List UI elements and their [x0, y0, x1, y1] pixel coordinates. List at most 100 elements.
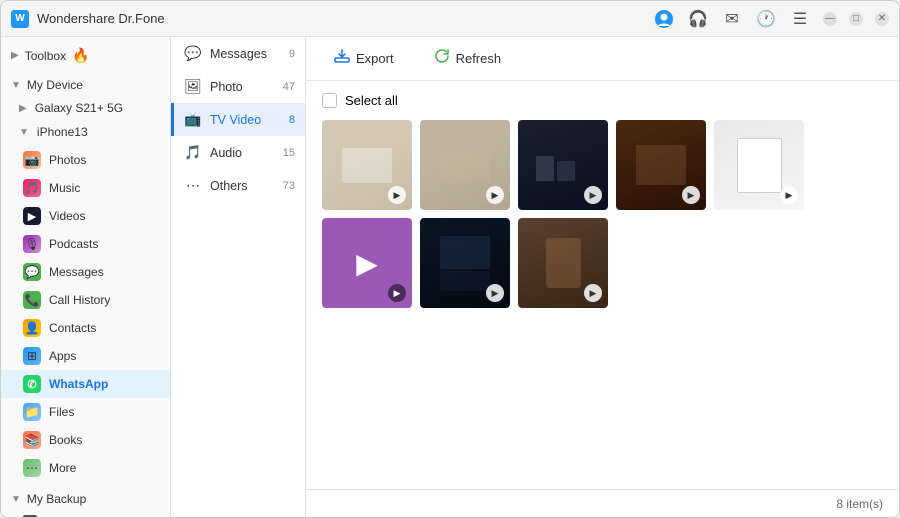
video-grid: ▶ ▶ — [322, 120, 883, 308]
iphone13-header[interactable]: ▼ iPhone13 — [1, 120, 170, 144]
sub-item-messages[interactable]: 💬 Messages 9 — [171, 37, 305, 70]
messages-sub-label: Messages — [210, 47, 267, 61]
refresh-button[interactable]: Refresh — [422, 42, 514, 75]
toolbox-label: Toolbox — [25, 49, 66, 63]
tv-video-sub-count: 8 — [289, 114, 295, 126]
thumb-3-content — [536, 145, 591, 185]
export-label: Export — [356, 51, 394, 66]
video-placeholder[interactable]: ▶ ▶ — [322, 218, 412, 308]
app-logo: W — [11, 10, 29, 28]
sidebar-item-more[interactable]: ⋯ More — [1, 454, 170, 482]
sidebar-item-photos[interactable]: 📷 Photos — [1, 146, 170, 174]
toolbox-header[interactable]: ▶ Toolbox 🔥 — [1, 41, 170, 68]
sidebar-item-podcasts[interactable]: 🎙 Podcasts — [1, 230, 170, 258]
main-layout: ▶ Toolbox 🔥 ▼ My Device ▶ Galaxy S21+ 5G — [1, 37, 899, 517]
sub-item-others[interactable]: ⋯ Others 73 — [171, 169, 305, 202]
play-4-icon: ▶ — [682, 186, 700, 204]
maximize-button[interactable]: □ — [849, 12, 863, 26]
items-count: 8 item(s) — [836, 497, 883, 511]
thumb-5-content — [737, 138, 782, 193]
contacts-icon: 👤 — [23, 319, 41, 337]
iphone13-chevron: ▼ — [19, 127, 29, 138]
menu-icon[interactable]: ☰ — [789, 8, 811, 30]
more-icon: ⋯ — [23, 459, 41, 477]
sidebar-item-whatsapp[interactable]: ✆ WhatsApp — [1, 370, 170, 398]
photo-sub-label: Photo — [210, 80, 243, 94]
profile-icon[interactable] — [653, 8, 675, 30]
mail-icon[interactable]: ✉ — [721, 8, 743, 30]
play-1-icon: ▶ — [388, 186, 406, 204]
video-thumb-3[interactable]: ▶ — [518, 120, 608, 210]
video-thumb-5[interactable]: ▶ — [714, 120, 804, 210]
select-all-checkbox[interactable] — [322, 93, 337, 108]
main-content: Export Refresh Select all — [306, 37, 899, 517]
whatsapp-icon: ✆ — [23, 375, 41, 393]
content-area: Select all ▶ — [306, 81, 899, 489]
galaxy-item[interactable]: ▶ Galaxy S21+ 5G — [1, 96, 170, 120]
more-label: More — [49, 461, 76, 475]
app-title: Wondershare Dr.Fone — [37, 11, 165, 26]
my-device-section: ▼ My Device ▶ Galaxy S21+ 5G ▼ iPhone13 … — [1, 72, 170, 482]
messages-sub-icon: 💬 — [184, 45, 202, 62]
sidebar-item-apps[interactable]: ⊞ Apps — [1, 342, 170, 370]
sub-item-tv-video[interactable]: 📺 TV Video 8 — [171, 103, 305, 136]
call-icon: 📞 — [23, 291, 41, 309]
my-backup-header[interactable]: ▼ My Backup — [1, 486, 170, 510]
tv-video-sub-icon: 📺 — [184, 111, 202, 128]
sidebar-item-videos[interactable]: ▶ Videos — [1, 202, 170, 230]
my-backup-section: ▼ My Backup iPhone13 03/15 iPhone 12 min… — [1, 486, 170, 517]
iphone-device-icon — [23, 515, 37, 517]
select-all-label: Select all — [345, 93, 398, 108]
galaxy-label: Galaxy S21+ 5G — [35, 101, 123, 115]
play-2-icon: ▶ — [486, 186, 504, 204]
videos-icon: ▶ — [23, 207, 41, 225]
minimize-button[interactable]: — — [823, 12, 837, 26]
thumb-7-content — [546, 238, 581, 288]
titlebar: W Wondershare Dr.Fone 🎧 ✉ 🕐 ☰ — □ ✕ — [1, 1, 899, 37]
sidebar-item-call-history[interactable]: 📞 Call History — [1, 286, 170, 314]
video-thumb-2[interactable]: ▶ — [420, 120, 510, 210]
my-device-header[interactable]: ▼ My Device — [1, 72, 170, 96]
tv-video-sub-label: TV Video — [210, 113, 261, 127]
video-thumb-1[interactable]: ▶ — [322, 120, 412, 210]
apps-icon: ⊞ — [23, 347, 41, 365]
contacts-label: Contacts — [49, 321, 96, 335]
sub-item-audio[interactable]: 🎵 Audio 15 — [171, 136, 305, 169]
audio-sub-label: Audio — [210, 146, 242, 160]
sub-sidebar: 💬 Messages 9 🖼 Photo 47 📺 TV Video 8 🎵 A… — [171, 37, 306, 517]
my-device-label: My Device — [27, 78, 83, 92]
headset-icon[interactable]: 🎧 — [687, 8, 709, 30]
refresh-icon — [434, 48, 450, 69]
placeholder-play-icon: ▶ — [356, 247, 378, 280]
titlebar-controls: 🎧 ✉ 🕐 ☰ — □ ✕ — [653, 8, 889, 30]
close-button[interactable]: ✕ — [875, 12, 889, 26]
play-3-icon: ▶ — [584, 186, 602, 204]
whatsapp-label: WhatsApp — [49, 377, 108, 391]
sidebar-item-contacts[interactable]: 👤 Contacts — [1, 314, 170, 342]
sidebar-item-music[interactable]: 🎵 Music — [1, 174, 170, 202]
play-5-icon: ▶ — [780, 186, 798, 204]
sidebar-item-files[interactable]: 📁 Files — [1, 398, 170, 426]
thumb-6-content — [440, 236, 490, 291]
play-6-icon: ▶ — [486, 284, 504, 302]
audio-sub-count: 15 — [283, 147, 295, 159]
sub-item-photo[interactable]: 🖼 Photo 47 — [171, 70, 305, 103]
sidebar-item-books[interactable]: 📚 Books — [1, 426, 170, 454]
history-icon[interactable]: 🕐 — [755, 8, 777, 30]
play-7-icon: ▶ — [584, 284, 602, 302]
music-label: Music — [49, 181, 80, 195]
sidebar-item-messages[interactable]: 💬 Messages — [1, 258, 170, 286]
thumb-4-content — [636, 145, 686, 185]
photo-sub-icon: 🖼 — [184, 78, 202, 95]
video-thumb-4[interactable]: ▶ — [616, 120, 706, 210]
export-icon — [334, 48, 350, 69]
backup-iphone13[interactable]: iPhone13 03/15 — [1, 510, 170, 517]
video-thumb-6[interactable]: ▶ — [420, 218, 510, 308]
thumb-2-content — [440, 148, 490, 183]
books-icon: 📚 — [23, 431, 41, 449]
books-label: Books — [49, 433, 82, 447]
thumb-1-content — [342, 148, 392, 183]
toolbox-chevron: ▶ — [11, 50, 19, 61]
video-thumb-7[interactable]: ▶ — [518, 218, 608, 308]
export-button[interactable]: Export — [322, 42, 406, 75]
